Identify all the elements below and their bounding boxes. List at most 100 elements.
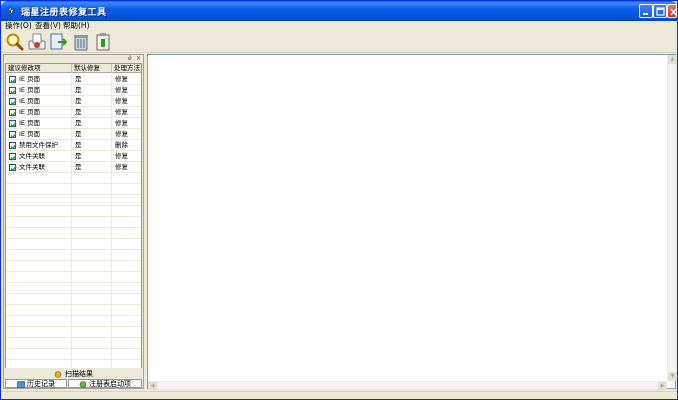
row-checkbox[interactable] <box>9 142 17 150</box>
list-item[interactable] <box>6 327 141 338</box>
row-checkbox[interactable] <box>9 131 17 139</box>
delete-button[interactable] <box>71 32 91 52</box>
list-item[interactable] <box>6 305 141 316</box>
menu-view[interactable]: 查看(V) <box>33 21 63 31</box>
method-cell: 修复 <box>115 119 128 127</box>
scroll-up-button[interactable]: ▲ <box>668 55 677 64</box>
list-item[interactable] <box>6 261 141 272</box>
default-repair-cell: 是 <box>72 85 112 95</box>
list-item[interactable] <box>6 217 141 228</box>
list-item[interactable] <box>6 228 141 239</box>
row-checkbox[interactable] <box>9 109 17 117</box>
minimize-icon <box>643 13 648 15</box>
backup-icon <box>96 33 110 51</box>
details-pane[interactable]: ▲ ▼ ◀ ▶ <box>147 54 677 390</box>
minimize-button[interactable] <box>639 4 653 18</box>
menu-help[interactable]: 帮助(H) <box>61 21 92 31</box>
list-item[interactable]: IE 页面 是修复 <box>6 74 141 85</box>
startup-icon <box>79 380 87 388</box>
list-item[interactable] <box>6 239 141 250</box>
item-name-cell: IE 页面 <box>6 96 72 106</box>
list-item[interactable]: IE 页面 是修复 <box>6 85 141 96</box>
default-repair-cell <box>72 316 112 326</box>
row-checkbox[interactable] <box>9 153 17 161</box>
list-item[interactable] <box>6 283 141 294</box>
results-panel: ǿ × 建议修改项 默认修复 处理方法 IE 页面是修复 IE 页面是修复 IE 页… <box>3 54 144 389</box>
list-item[interactable] <box>6 294 141 305</box>
default-repair-cell <box>72 250 112 260</box>
item-name-cell <box>6 217 72 227</box>
checkmark-icon <box>10 100 17 106</box>
method-cell: 修复 <box>115 108 128 116</box>
list-item[interactable] <box>6 272 141 283</box>
list-item[interactable]: 禁用文件保护 是删除 <box>6 140 141 151</box>
item-name-cell: IE 页面 <box>6 74 72 84</box>
item-name-cell <box>6 184 72 194</box>
backup-button[interactable] <box>93 32 113 52</box>
tab-startup[interactable]: 注册表启动项 <box>68 379 142 388</box>
scroll-down-button[interactable]: ▼ <box>668 372 677 381</box>
list-item[interactable]: IE 页面 是修复 <box>6 118 141 129</box>
checkmark-icon <box>10 122 17 128</box>
method-cell <box>112 173 141 183</box>
default-repair-cell <box>72 305 112 315</box>
maximize-button[interactable] <box>653 4 667 18</box>
column-header-method[interactable]: 处理方法 <box>112 64 141 73</box>
list-item[interactable] <box>6 349 141 360</box>
export-button[interactable] <box>49 32 69 52</box>
scroll-right-button[interactable]: ▶ <box>658 382 667 390</box>
menu-operate[interactable]: 操作(O) <box>3 21 34 31</box>
pin-icon[interactable]: ǿ <box>128 55 132 63</box>
tab-history[interactable]: 历史记录 <box>5 379 67 388</box>
list-item[interactable] <box>6 250 141 261</box>
tab-scan-result[interactable]: 扫描结果 <box>4 370 143 378</box>
chevron-up-icon: ▲ <box>670 56 675 62</box>
row-checkbox[interactable] <box>9 164 17 172</box>
item-name-cell: IE 页面 <box>6 129 72 139</box>
list-item[interactable] <box>6 206 141 217</box>
list-item[interactable]: IE 页面 是修复 <box>6 96 141 107</box>
scan-button[interactable] <box>5 32 25 52</box>
window-title: 瑞星注册表修复工具 <box>21 8 107 18</box>
panel-close-icon[interactable]: × <box>136 55 141 63</box>
row-checkbox[interactable] <box>9 120 17 128</box>
list-item[interactable]: 文件关联 是修复 <box>6 162 141 173</box>
list-item[interactable] <box>6 173 141 184</box>
horizontal-scrollbar[interactable]: ◀ ▶ <box>148 381 667 390</box>
status-bar <box>1 391 677 399</box>
list-item[interactable] <box>6 338 141 349</box>
list-item[interactable] <box>6 184 141 195</box>
checkmark-icon <box>10 133 17 139</box>
delete-trash-icon <box>74 35 88 51</box>
repair-icon <box>28 33 46 50</box>
list-item[interactable]: 文件关联 是修复 <box>6 151 141 162</box>
row-checkbox[interactable] <box>9 87 17 95</box>
list-item[interactable]: IE 页面 是修复 <box>6 107 141 118</box>
list-item[interactable]: IE 页面 是修复 <box>6 129 141 140</box>
item-name-text: IE 页面 <box>19 75 41 83</box>
item-name-cell <box>6 305 72 315</box>
row-checkbox[interactable] <box>9 76 17 84</box>
method-cell <box>112 349 141 359</box>
default-repair-cell <box>72 338 112 348</box>
scroll-left-button[interactable]: ◀ <box>148 382 157 390</box>
checkmark-icon <box>10 89 17 95</box>
item-name-cell <box>6 173 72 183</box>
row-checkbox[interactable] <box>9 98 17 106</box>
title-bar[interactable]: 瑞星注册表修复工具 <box>1 1 677 21</box>
method-cell <box>112 228 141 238</box>
item-name-cell: 文件关联 <box>6 151 72 161</box>
item-name-text: IE 页面 <box>19 130 41 138</box>
method-cell: 修复 <box>115 86 128 94</box>
checkmark-icon <box>10 78 17 84</box>
repair-button[interactable] <box>27 32 47 52</box>
list-item[interactable] <box>6 195 141 206</box>
toolbar <box>1 31 677 53</box>
column-header-default[interactable]: 默认修复 <box>72 64 112 73</box>
list-item[interactable] <box>6 316 141 327</box>
vertical-scrollbar[interactable]: ▲ ▼ <box>667 55 677 381</box>
method-cell <box>112 217 141 227</box>
column-header-item[interactable]: 建议修改项 <box>6 64 72 73</box>
close-button[interactable] <box>667 4 677 18</box>
method-cell <box>112 338 141 348</box>
